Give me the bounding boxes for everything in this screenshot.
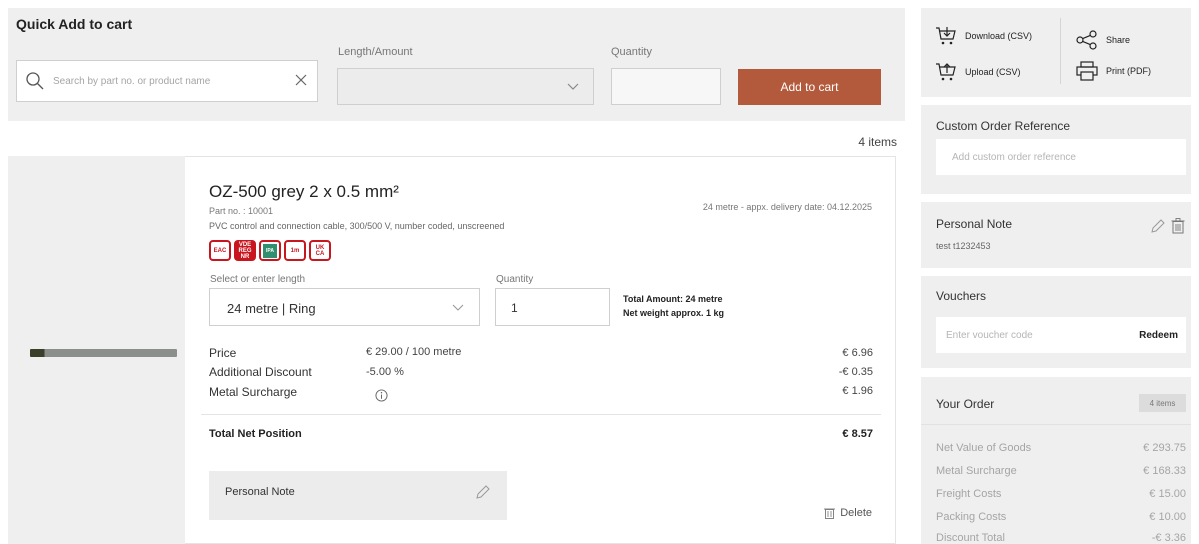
- download-csv-label: Download (CSV): [965, 31, 1033, 41]
- add-to-cart-button[interactable]: Add to cart: [738, 69, 881, 105]
- personal-note-box[interactable]: Personal Note: [209, 471, 507, 520]
- trash-icon: [824, 508, 836, 519]
- order-actions-panel: [921, 8, 1191, 97]
- discount-label: Additional Discount: [209, 365, 312, 379]
- order-row-label: Metal Surcharge: [936, 465, 1017, 477]
- order-row-label: Net Value of Goods: [936, 442, 1032, 454]
- trash-icon[interactable]: [1171, 218, 1185, 234]
- price-value: € 6.96: [842, 347, 873, 359]
- personal-note-title: Personal Note: [936, 217, 1013, 231]
- delete-button[interactable]: Delete: [824, 507, 872, 519]
- metal-surcharge-label: Metal Surcharge: [209, 385, 298, 399]
- search-icon: [26, 72, 44, 90]
- order-row: Packing Costs € 10.00: [936, 511, 1186, 523]
- ipa-cert-label: IPA: [263, 243, 277, 258]
- net-weight: Net weight approx. 1 kg: [623, 308, 725, 318]
- part-number: Part no. : 10001: [209, 206, 274, 216]
- share-button[interactable]: Share: [1076, 30, 1130, 50]
- unit-price: € 29.00 / 100 metre: [366, 346, 462, 358]
- quantity-input[interactable]: [611, 68, 721, 105]
- product-quantity-label: Quantity: [496, 274, 534, 285]
- certification-icons: EAC VDE REG NR IPA 1m UK CA: [209, 240, 331, 261]
- product-description: PVC control and connection cable, 300/50…: [209, 221, 505, 231]
- your-order-title: Your Order: [936, 397, 995, 411]
- one-metre-cert-icon: 1m: [284, 240, 306, 261]
- product-quantity-input[interactable]: 1: [495, 288, 610, 326]
- length-value: 24 metre | Ring: [227, 301, 316, 316]
- order-row-label: Discount Total: [936, 532, 1005, 544]
- order-row: Freight Costs € 15.00: [936, 488, 1186, 500]
- quantity-value: 1: [511, 301, 518, 315]
- order-row-value: € 168.33: [1143, 465, 1186, 477]
- custom-order-reference-input[interactable]: [936, 139, 1186, 175]
- voucher-input[interactable]: [936, 317, 1116, 353]
- quick-add-title: Quick Add to cart: [16, 16, 133, 32]
- discount-value: -€ 0.35: [838, 366, 873, 378]
- pencil-icon[interactable]: [1150, 218, 1166, 234]
- total-net-value: € 8.57: [842, 428, 873, 440]
- order-row-label: Freight Costs: [936, 488, 1002, 500]
- length-dropdown[interactable]: 24 metre | Ring: [209, 288, 480, 326]
- share-icon: [1076, 30, 1097, 50]
- search-box[interactable]: [16, 60, 318, 102]
- divider: [201, 414, 881, 415]
- info-icon[interactable]: [375, 389, 388, 402]
- share-label: Share: [1106, 35, 1131, 45]
- chevron-down-icon: [452, 304, 464, 311]
- voucher-box: Redeem: [936, 317, 1186, 353]
- order-row-value: -€ 3.36: [1151, 532, 1186, 544]
- quantity-label: Quantity: [611, 46, 652, 58]
- length-label: Length/Amount: [338, 46, 413, 58]
- order-row-value: € 10.00: [1149, 511, 1186, 523]
- printer-icon: [1076, 61, 1098, 81]
- total-amount: Total Amount: 24 metre: [623, 294, 723, 304]
- items-badge: 4 items: [1139, 394, 1186, 412]
- chevron-down-icon: [567, 83, 579, 90]
- metal-surcharge-value: € 1.96: [842, 385, 873, 397]
- delete-label: Delete: [840, 507, 872, 519]
- vouchers-title: Vouchers: [936, 289, 987, 303]
- search-input[interactable]: [53, 69, 283, 93]
- ipa-cert-icon: IPA: [259, 240, 281, 261]
- custom-order-reference-title: Custom Order Reference: [936, 119, 1071, 133]
- product-title[interactable]: OZ-500 grey 2 x 0.5 mm²: [209, 182, 399, 202]
- order-row-value: € 293.75: [1143, 442, 1186, 454]
- delivery-date: 24 metre - appx. delivery date: 04.12.20…: [702, 202, 872, 212]
- product-image: [30, 349, 177, 357]
- total-net-label: Total Net Position: [209, 428, 302, 440]
- download-csv-button[interactable]: Download (CSV): [935, 26, 1045, 46]
- upload-csv-button[interactable]: Upload (CSV): [935, 62, 1021, 82]
- cart-upload-icon: [936, 63, 956, 81]
- price-label: Price: [209, 346, 237, 360]
- select-length-label: Select or enter length: [210, 274, 306, 285]
- cart-download-icon: [936, 27, 956, 45]
- print-pdf-button[interactable]: Print (PDF): [1076, 61, 1151, 81]
- order-row: Discount Total -€ 3.36: [936, 532, 1186, 544]
- personal-note-text: test t1232453: [936, 241, 991, 251]
- order-row: Net Value of Goods € 293.75: [936, 442, 1186, 454]
- eac-cert-icon: EAC: [209, 240, 231, 261]
- vde-cert-icon: VDE REG NR: [234, 240, 256, 261]
- upload-csv-label: Upload (CSV): [965, 67, 1021, 77]
- order-row-value: € 15.00: [1149, 488, 1186, 500]
- order-row: Metal Surcharge € 168.33: [936, 465, 1186, 477]
- divider: [1060, 18, 1061, 84]
- personal-note-panel: [921, 202, 1191, 268]
- length-select[interactable]: [337, 68, 594, 105]
- discount-percent: -5.00 %: [366, 366, 404, 378]
- pencil-icon[interactable]: [475, 484, 491, 500]
- print-pdf-label: Print (PDF): [1106, 66, 1151, 76]
- divider: [921, 424, 1191, 425]
- items-count: 4 items: [858, 135, 897, 149]
- order-row-label: Packing Costs: [936, 511, 1007, 523]
- ukca-cert-icon: UK CA: [309, 240, 331, 261]
- personal-note-label: Personal Note: [225, 486, 295, 498]
- redeem-button[interactable]: Redeem: [1139, 330, 1178, 341]
- close-icon[interactable]: [295, 74, 307, 86]
